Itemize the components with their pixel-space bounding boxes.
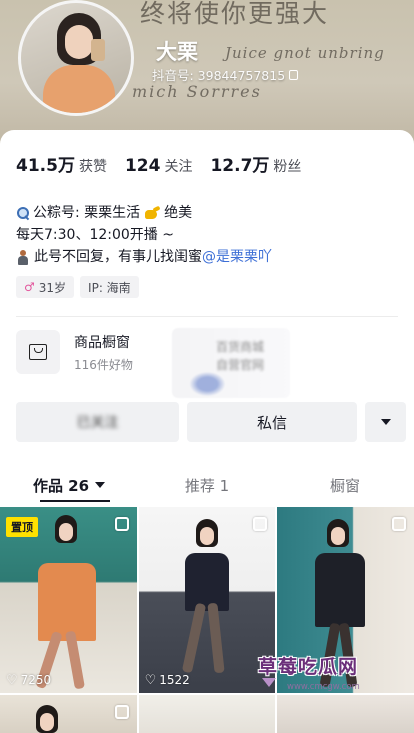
profile-banner: 终将使你更强大 Juice gnot unbring mich Sorrres …: [0, 0, 414, 150]
likes-label: 获赞: [78, 159, 107, 175]
bio-line-2: 每天7:30、12:00开播 ~: [16, 227, 174, 243]
banner-handwriting-3: mich Sorrres: [132, 82, 262, 101]
message-button-label: 私信: [256, 413, 287, 432]
video-grid: 置顶 ♡ 7250 ♡ 1522: [0, 507, 414, 733]
shop-window-entry[interactable]: 商品橱窗 116件好物: [16, 330, 133, 374]
person-icon: [16, 249, 30, 265]
following-count[interactable]: 124: [125, 156, 161, 176]
watermark-triangle-icon: [262, 678, 276, 687]
active-tab-indicator: [40, 500, 110, 502]
tab-dropdown-icon: [95, 482, 106, 488]
video-thumbnail[interactable]: [277, 695, 414, 733]
followers-count[interactable]: 12.7万: [210, 151, 269, 176]
ip-tag: IP: 海南: [80, 276, 139, 298]
heart-icon: ♡: [6, 672, 18, 688]
video-thumbnail[interactable]: [0, 695, 137, 733]
douyin-id-text: 抖音号: 39844757815: [152, 68, 286, 83]
banner-handwriting-2: Juice gnot unbring: [225, 44, 385, 62]
blurred-line-1: 百货商城: [216, 340, 265, 354]
heart-icon: ♡: [144, 672, 157, 688]
shop-subtitle: 116件好物: [74, 357, 133, 372]
watermark-title: 草莓吃瓜网: [258, 656, 359, 678]
gender-icon: ♂: [24, 280, 35, 294]
profile-tags: ♂ 31岁 IP: 海南: [16, 276, 139, 298]
more-options-button[interactable]: [365, 402, 406, 442]
tab-recommend-label: 推荐 1: [184, 476, 230, 495]
like-count-text: 1522: [159, 673, 190, 687]
content-tabs: 作品 26 推荐 1 橱窗: [0, 467, 414, 503]
banner-handwriting-1: 终将使你更强大: [140, 0, 330, 28]
ip-text: IP: 海南: [88, 280, 131, 295]
followers-label: 粉丝: [273, 159, 302, 175]
pinned-badge: 置顶: [6, 517, 38, 537]
tab-works[interactable]: 作品 26: [0, 467, 138, 503]
multi-image-icon: [114, 517, 129, 531]
tab-works-label: 作品 26: [32, 476, 90, 495]
copy-icon[interactable]: [289, 69, 299, 80]
profile-stats: 41.5万 获赞 124 关注 12.7万 粉丝: [16, 151, 315, 176]
tab-showcase[interactable]: 橱窗: [276, 467, 414, 503]
tab-showcase-label: 橱窗: [329, 476, 360, 495]
like-count-text: 7250: [20, 673, 52, 687]
blurred-line-2: 自营官网: [216, 358, 265, 372]
shop-title: 商品橱窗: [74, 334, 130, 351]
profile-card: 41.5万 获赞 124 关注 12.7万 粉丝 公粽号: 栗栗生活 绝美 每天…: [0, 130, 414, 733]
dropdown-arrow-icon: [380, 419, 391, 425]
douyin-id[interactable]: 抖音号: 39844757815: [152, 65, 299, 84]
bio-line-1-tail: 绝美: [164, 205, 193, 221]
mention-link[interactable]: @是栗栗吖: [202, 246, 272, 268]
following-label: 关注: [164, 159, 193, 175]
age-tag: ♂ 31岁: [16, 276, 75, 298]
likes-count[interactable]: 41.5万: [16, 151, 75, 176]
blurred-promo[interactable]: 百货商城 自营官网: [172, 328, 290, 398]
magnifier-icon: [16, 206, 30, 220]
video-thumbnail[interactable]: ♡ 1522: [138, 507, 276, 693]
follow-button[interactable]: 已关注: [16, 402, 179, 442]
age-text: 31岁: [38, 280, 67, 295]
like-count: ♡ 1522: [145, 673, 190, 687]
avatar[interactable]: [18, 0, 134, 116]
multi-image-icon: [391, 517, 406, 531]
profile-nickname: 大栗: [156, 40, 198, 64]
video-thumbnail[interactable]: 置顶 ♡ 7250: [0, 507, 137, 693]
multi-image-icon: [114, 705, 129, 719]
bio-line-3: 此号不回复，有事儿找闺蜜: [34, 249, 202, 265]
message-button[interactable]: 私信: [187, 402, 357, 442]
video-thumbnail[interactable]: [138, 695, 276, 733]
tab-recommend[interactable]: 推荐 1: [138, 467, 276, 503]
bio-line-1: 公粽号: 栗栗生活: [33, 205, 141, 221]
multi-image-icon: [253, 517, 268, 531]
like-count: ♡ 7250: [6, 673, 51, 687]
action-buttons: 已关注 私信: [16, 402, 406, 442]
profile-bio: 公粽号: 栗栗生活 绝美 每天7:30、12:00开播 ~ 此号不回复，有事儿找…: [16, 202, 272, 268]
pointing-hand-icon: [143, 206, 161, 220]
follow-button-label: 已关注: [76, 415, 119, 431]
watermark-url: www.cmcgw.com: [287, 682, 360, 692]
shopping-bag-icon: [16, 330, 60, 374]
divider: [16, 316, 398, 317]
